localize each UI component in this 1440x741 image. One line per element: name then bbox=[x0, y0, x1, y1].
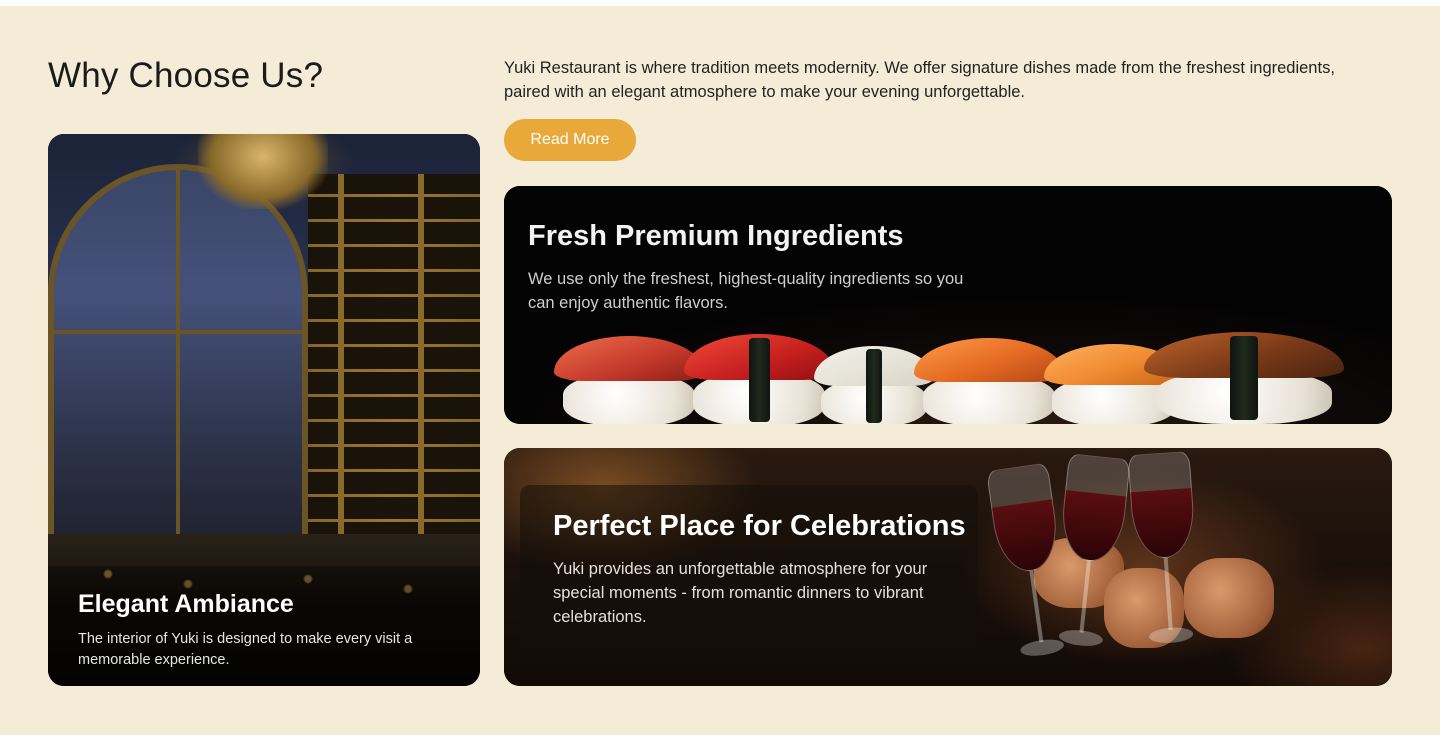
section-intro: Yuki Restaurant is where tradition meets… bbox=[504, 59, 1335, 101]
card-celebrations[interactable]: Perfect Place for Celebrations Yuki prov… bbox=[504, 448, 1392, 686]
card-description: Yuki provides an unforgettable atmospher… bbox=[553, 560, 928, 626]
sushi-image bbox=[684, 334, 834, 424]
card-title: Perfect Place for Celebrations bbox=[553, 510, 966, 542]
sushi-image bbox=[1144, 332, 1344, 424]
section-title: Why Choose Us? bbox=[48, 56, 324, 95]
card-description: We use only the freshest, highest-qualit… bbox=[528, 270, 964, 312]
sushi-image bbox=[914, 338, 1064, 424]
chandelier-image bbox=[198, 134, 328, 209]
read-more-button[interactable]: Read More bbox=[504, 119, 636, 161]
why-choose-us-section: Why Choose Us? Yuki Restaurant is where … bbox=[0, 6, 1440, 735]
sushi-image bbox=[554, 336, 704, 424]
wine-glass-image bbox=[1127, 451, 1202, 645]
bar-shelves-image bbox=[308, 174, 480, 594]
card-elegant-ambiance[interactable]: Elegant Ambiance The interior of Yuki is… bbox=[48, 134, 480, 686]
card-fresh-ingredients[interactable]: Fresh Premium Ingredients We use only th… bbox=[504, 186, 1392, 424]
card-title: Fresh Premium Ingredients bbox=[528, 220, 904, 252]
card-title: Elegant Ambiance bbox=[78, 590, 294, 618]
card-description: The interior of Yuki is designed to make… bbox=[78, 631, 413, 668]
arched-window-image bbox=[48, 164, 308, 584]
